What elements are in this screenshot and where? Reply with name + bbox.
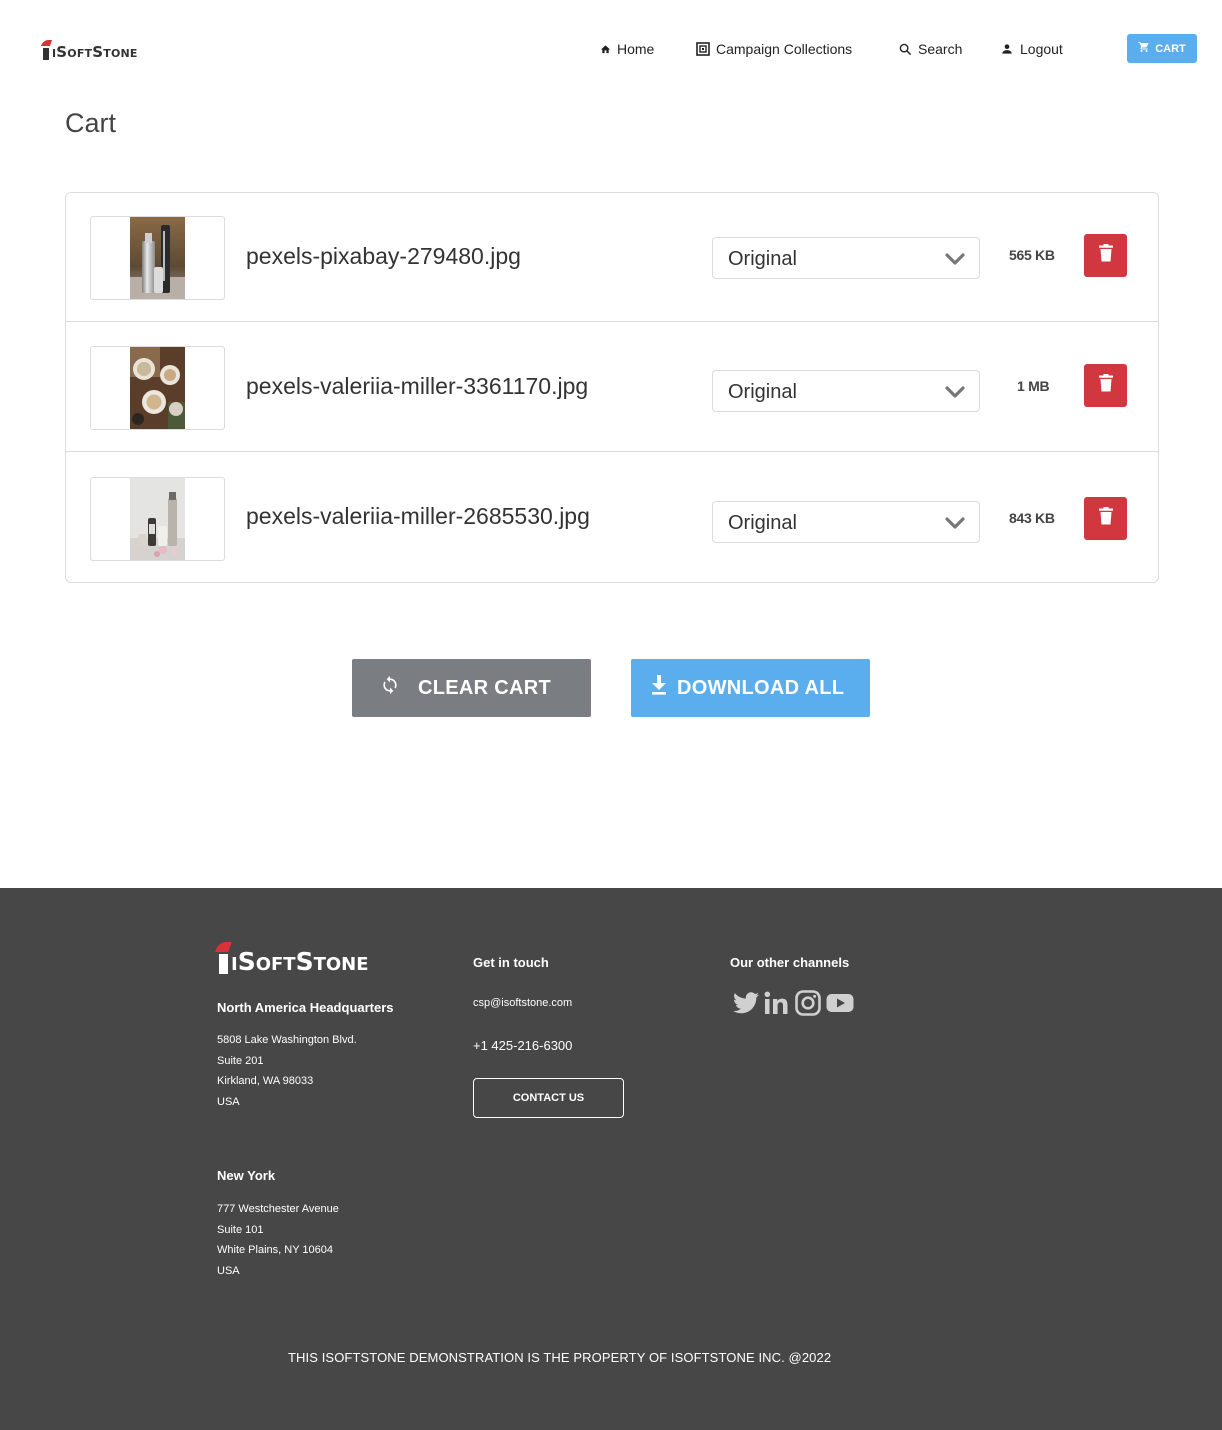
delete-item-button[interactable] [1084, 234, 1127, 277]
hq-address-line: USA [217, 1095, 240, 1108]
home-icon [600, 44, 611, 55]
logo-text: iSoftStone [52, 43, 138, 61]
chevron-down-icon [945, 252, 965, 271]
cart-icon [1138, 41, 1150, 56]
contact-us-button[interactable]: CONTACT US [473, 1078, 624, 1118]
delete-item-button[interactable] [1084, 497, 1127, 540]
trash-icon [1098, 374, 1113, 397]
search-icon [899, 43, 912, 56]
isoftstone-logo[interactable]: iSoftStone [40, 38, 138, 61]
cart-list: pexels-pixabay-279480.jpg Original 565 K… [65, 192, 1159, 583]
footer-logo[interactable]: iSoftStone [215, 940, 369, 976]
collection-icon [696, 42, 710, 56]
hq-title: North America Headquarters [217, 1000, 394, 1015]
nav-logout[interactable]: Logout [1000, 38, 1063, 60]
nav-home-label: Home [617, 41, 655, 57]
ny-address-line: White Plains, NY 10604 [217, 1244, 333, 1256]
download-icon [651, 675, 667, 701]
site-header: iSoftStone Home Campaign Collections Sea… [0, 0, 1222, 100]
nav-search-label: Search [918, 41, 963, 57]
hq-address-line: 5808 Lake Washington Blvd. [217, 1034, 357, 1046]
clear-cart-label: CLEAR CART [418, 676, 551, 699]
get-in-touch-title: Get in touch [473, 955, 549, 970]
nav-logout-label: Logout [1020, 41, 1063, 57]
trash-icon [1098, 507, 1113, 530]
refresh-icon [380, 675, 400, 701]
thumbnail-image-bottles [130, 217, 185, 299]
linkedin-icon[interactable] [764, 991, 790, 1020]
social-links [733, 990, 854, 1021]
twitter-icon[interactable] [733, 992, 759, 1019]
item-thumbnail[interactable] [90, 216, 225, 300]
site-footer: iSoftStone North America Headquarters 58… [0, 888, 1222, 1430]
cart-button-label: CART [1155, 42, 1186, 55]
chevron-down-icon [945, 385, 965, 404]
item-filename: pexels-pixabay-279480.jpg [246, 243, 521, 269]
item-variant-select[interactable]: Original [712, 237, 980, 279]
download-all-label: DOWNLOAD ALL [677, 676, 845, 699]
item-variant-value: Original [728, 381, 797, 403]
item-variant-value: Original [728, 248, 797, 270]
item-thumbnail[interactable] [90, 477, 225, 561]
item-variant-select[interactable]: Original [712, 370, 980, 412]
ny-address-line: Suite 101 [217, 1223, 264, 1236]
nav-campaign-collections[interactable]: Campaign Collections [696, 38, 852, 60]
cart-item: pexels-valeriia-miller-3361170.jpg Origi… [66, 321, 1158, 451]
ny-address-line: 777 Westchester Avenue [217, 1203, 339, 1215]
footer-logo-text: iSoftStone [231, 947, 369, 976]
item-file-size: 565 KB [1009, 247, 1055, 263]
youtube-icon[interactable] [826, 992, 854, 1019]
item-variant-value: Original [728, 512, 797, 534]
hq-address-line: Suite 201 [217, 1054, 264, 1067]
other-channels-title: Our other channels [730, 955, 850, 970]
delete-item-button[interactable] [1084, 364, 1127, 407]
item-thumbnail[interactable] [90, 346, 225, 430]
ny-address: 777 Westchester Avenue Suite 101 White P… [217, 1199, 339, 1281]
item-filename: pexels-valeriia-miller-2685530.jpg [246, 503, 590, 529]
thumbnail-image-cosmetics [130, 478, 185, 560]
trash-icon [1098, 244, 1113, 267]
download-all-button[interactable]: DOWNLOAD ALL [631, 659, 870, 717]
chevron-down-icon [945, 516, 965, 535]
nav-home[interactable]: Home [600, 38, 654, 60]
nav-search[interactable]: Search [899, 38, 962, 60]
page-title: Cart [65, 108, 117, 138]
instagram-icon[interactable] [795, 990, 821, 1021]
cart-button[interactable]: CART [1127, 34, 1197, 63]
clear-cart-button[interactable]: CLEAR CART [352, 659, 591, 717]
logo-mark [40, 40, 53, 60]
nav-campaign-label: Campaign Collections [716, 41, 853, 57]
contact-phone[interactable]: +1 425-216-6300 [473, 1038, 572, 1053]
cart-item: pexels-pixabay-279480.jpg Original 565 K… [66, 193, 1158, 321]
item-file-size: 1 MB [1017, 378, 1050, 394]
footer-logo-mark [215, 942, 232, 974]
hq-address-line: Kirkland, WA 98033 [217, 1075, 314, 1087]
copyright-notice: THIS ISOFTSTONE DEMONSTRATION IS THE PRO… [288, 1350, 832, 1365]
thumbnail-image-coffee [130, 347, 185, 429]
hq-address: 5808 Lake Washington Blvd. Suite 201 Kir… [217, 1030, 357, 1112]
user-icon [1000, 42, 1014, 56]
item-variant-select[interactable]: Original [712, 501, 980, 543]
contact-email[interactable]: csp@isoftstone.com [473, 993, 572, 1014]
item-filename: pexels-valeriia-miller-3361170.jpg [246, 373, 589, 399]
cart-item: pexels-valeriia-miller-2685530.jpg Origi… [66, 451, 1158, 582]
item-file-size: 843 KB [1009, 510, 1055, 526]
ny-address-line: USA [217, 1264, 240, 1277]
ny-title: New York [217, 1168, 276, 1183]
